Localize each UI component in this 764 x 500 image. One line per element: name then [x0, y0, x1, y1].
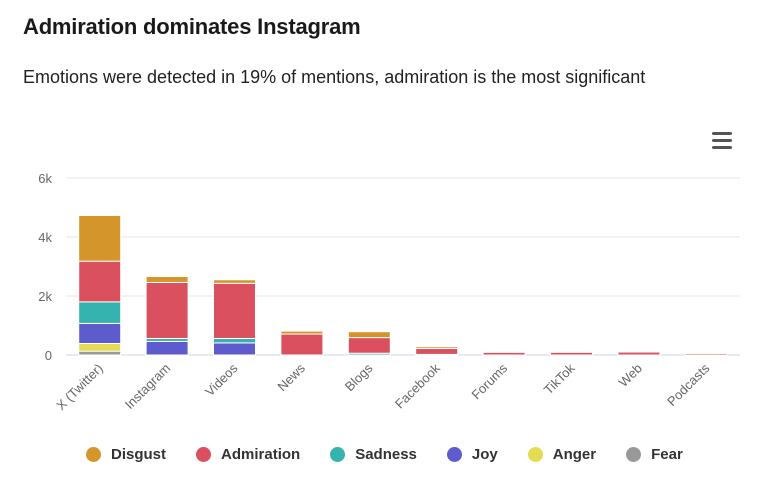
legend-item-disgust[interactable]: Disgust [86, 446, 166, 463]
x-tick-label: Videos [202, 360, 241, 399]
x-tick-label: TikTok [541, 360, 578, 397]
bar-segment-admiration[interactable] [213, 282, 256, 339]
bar-segment-disgust[interactable] [415, 346, 459, 350]
y-tick-label: 4k [38, 230, 52, 245]
legend-marker [626, 447, 642, 462]
bar-segment-joy[interactable] [78, 322, 122, 344]
legend-item-fear[interactable]: Fear [626, 446, 683, 463]
bar-segment-disgust[interactable] [78, 214, 122, 262]
legend-item-joy[interactable]: Joy [446, 446, 498, 463]
x-tick-label: News [274, 360, 308, 394]
bar-segment-admiration[interactable] [482, 351, 526, 356]
legend-marker [446, 447, 462, 462]
y-tick-label: 6k [38, 171, 52, 186]
legend-label: Sadness [355, 446, 417, 463]
legend-label: Disgust [111, 446, 167, 463]
legend-item-sadness[interactable]: Sadness [330, 446, 417, 463]
bar-segment-joy[interactable] [145, 340, 189, 356]
bar-segment-admiration[interactable] [684, 353, 728, 356]
bar-segment-admiration[interactable] [78, 260, 122, 303]
bar-segment-anger[interactable] [78, 342, 122, 352]
bar-segment-admiration[interactable] [617, 351, 661, 356]
bar-segment-admiration[interactable] [347, 337, 391, 354]
x-tick-label: Web [616, 361, 645, 390]
bar-segment-admiration[interactable] [145, 281, 189, 339]
legend: Disgust Admiration Sadness Joy Anger Fear [86, 446, 713, 463]
legend-item-admiration[interactable]: Admiration [196, 446, 300, 463]
legend-label: Fear [651, 446, 683, 463]
legend-label: Admiration [221, 446, 301, 463]
bar-segment-sadness[interactable] [78, 301, 122, 324]
bar-segment-sadness[interactable] [213, 337, 256, 344]
legend-marker [196, 447, 212, 462]
bar-segment-fear[interactable] [78, 350, 122, 356]
x-tick-label: Facebook [392, 360, 443, 411]
bar-segment-admiration[interactable] [280, 333, 324, 356]
stacked-bar-chart: 0 2k 4k 6k X (Twitter) Instagram Videos News Blo… [38, 171, 740, 413]
bar-segment-admiration[interactable] [550, 351, 593, 356]
bar-segment-joy[interactable] [213, 342, 256, 356]
legend-marker [330, 447, 346, 462]
x-tick-label: Blogs [342, 360, 376, 394]
x-tick-label: Forums [468, 360, 510, 402]
legend-item-anger[interactable]: Anger [527, 446, 597, 463]
x-tick-label: Instagram [122, 361, 173, 412]
y-tick-label: 0 [45, 348, 52, 363]
legend-marker [86, 447, 101, 462]
legend-label: Joy [471, 446, 498, 463]
bar-segment-disgust[interactable] [213, 279, 256, 284]
legend-label: Anger [552, 446, 597, 463]
y-tick-label: 2k [38, 289, 52, 304]
legend-marker [527, 447, 543, 462]
bar-segment-disgust[interactable] [347, 331, 391, 339]
bar-segment-admiration[interactable] [415, 348, 459, 355]
x-tick-label: X (Twitter) [53, 361, 105, 413]
bar-segment-disgust[interactable] [145, 276, 189, 283]
bar-segment-disgust[interactable] [280, 330, 324, 335]
x-tick-label: Podcasts [664, 360, 713, 409]
